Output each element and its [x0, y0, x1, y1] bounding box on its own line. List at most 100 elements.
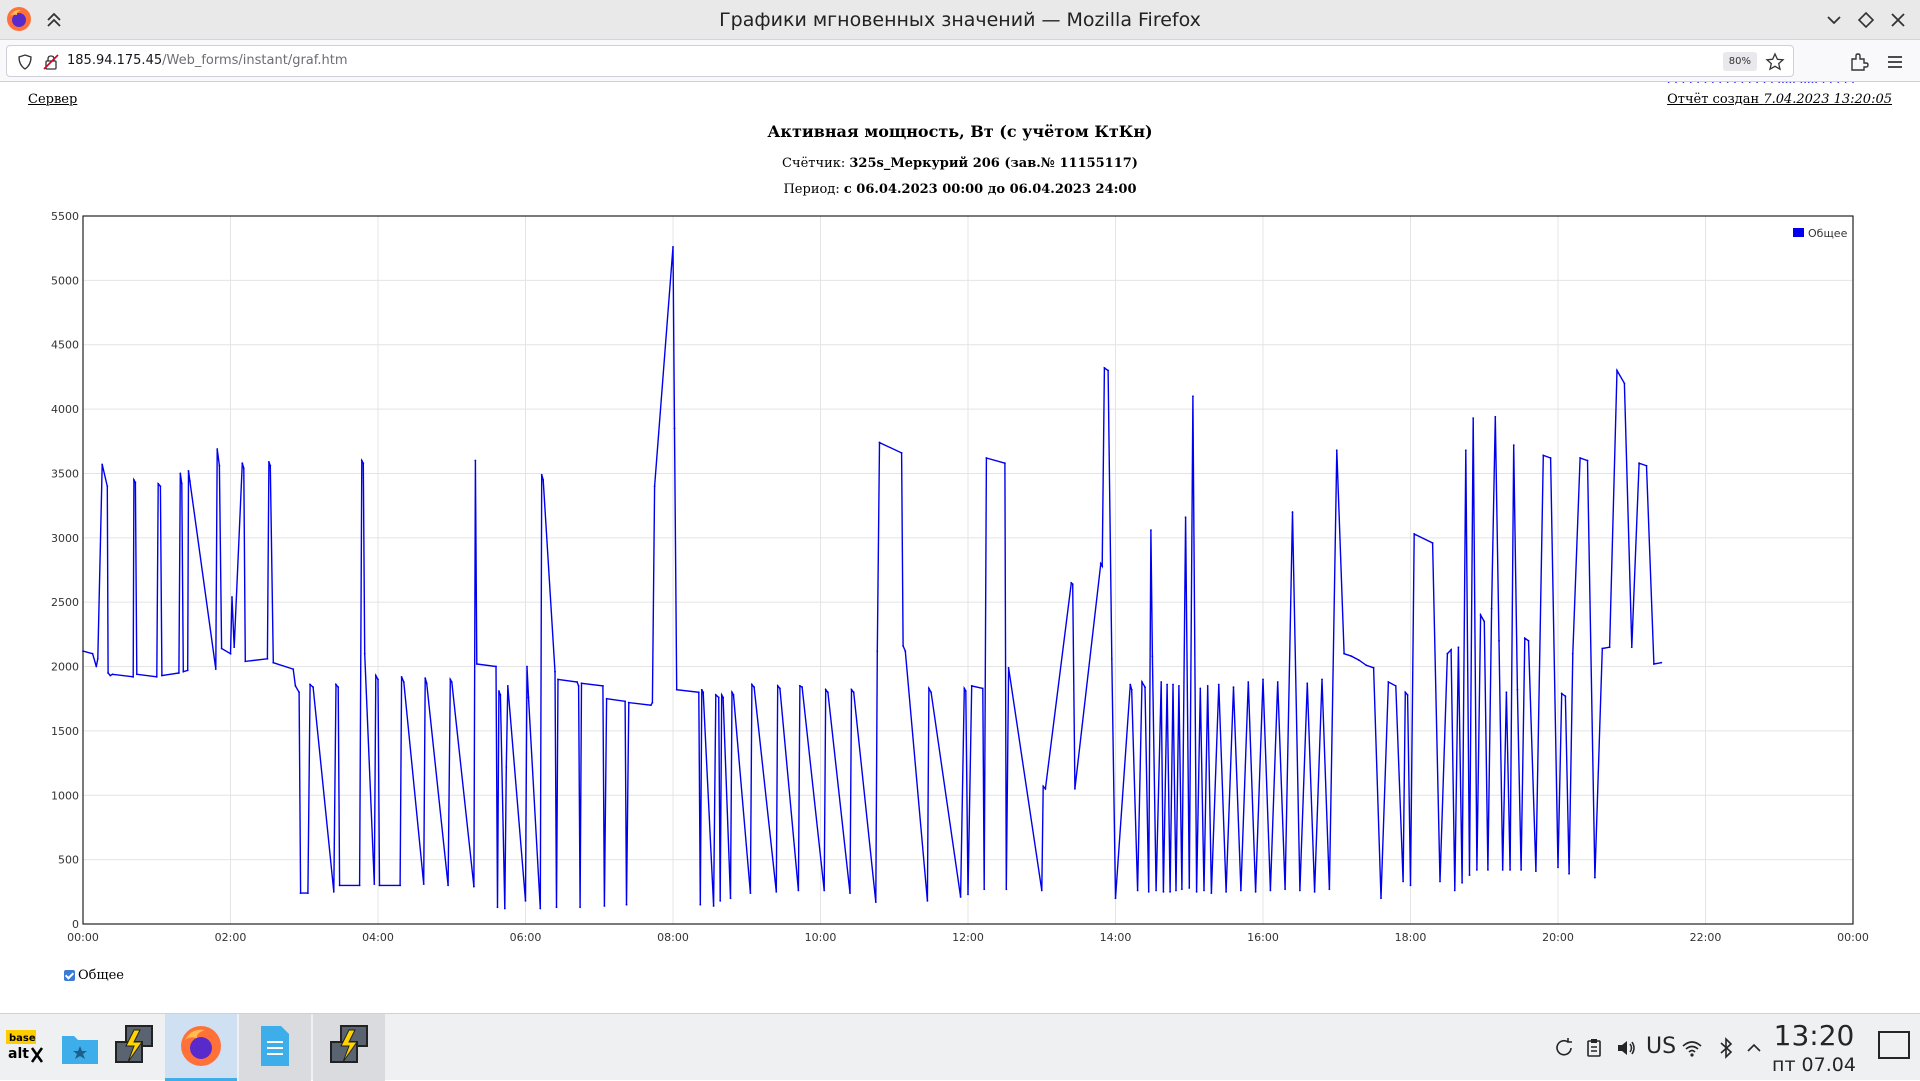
data-point	[1413, 533, 1416, 535]
close-icon[interactable]	[1886, 8, 1910, 32]
data-point	[496, 906, 499, 909]
data-point	[294, 684, 297, 687]
data-point	[1042, 785, 1045, 788]
minimize-icon[interactable]	[1822, 8, 1846, 32]
data-point	[1350, 655, 1353, 658]
data-point	[983, 888, 986, 891]
data-point	[1101, 565, 1104, 568]
maximize-icon[interactable]	[1854, 8, 1878, 32]
data-point	[702, 691, 705, 694]
data-point	[557, 678, 559, 681]
tracking-protection-icon[interactable]	[17, 54, 33, 70]
data-point	[1748, 82, 1751, 83]
data-point	[1601, 647, 1604, 650]
data-point	[1711, 82, 1714, 83]
data-point	[699, 903, 702, 906]
data-point	[374, 674, 377, 677]
series-checkbox[interactable]	[64, 969, 75, 981]
data-point	[1380, 897, 1382, 900]
server-link[interactable]: Сервер	[28, 92, 77, 107]
data-point	[424, 677, 427, 680]
data-point	[1778, 82, 1781, 83]
taskbar-network-app[interactable]	[110, 1014, 162, 1081]
data-point	[1483, 620, 1486, 623]
data-point	[1225, 890, 1228, 893]
data-point	[135, 673, 138, 676]
data-point	[1844, 82, 1847, 83]
data-point	[878, 441, 881, 444]
address-bar[interactable]: 185.94.175.45/Web_forms/instant/graf.htm…	[6, 45, 1794, 77]
bookmark-star-icon[interactable]	[1765, 52, 1785, 72]
y-tick-label: 2000	[51, 661, 79, 674]
data-point	[697, 691, 700, 694]
data-point	[902, 645, 904, 647]
clock-date[interactable]: пт 07.04	[1764, 1054, 1864, 1076]
data-point	[712, 905, 715, 907]
data-point	[1652, 663, 1655, 665]
data-point	[1520, 869, 1523, 871]
data-point	[1044, 787, 1047, 790]
data-point	[373, 883, 376, 885]
data-point	[1003, 462, 1006, 465]
data-point	[362, 462, 365, 465]
data-point	[1704, 82, 1707, 83]
report-label: Отчёт создан	[1667, 92, 1764, 107]
data-point	[826, 691, 829, 694]
tray-expand-icon[interactable]	[1742, 1036, 1766, 1060]
taskbar-firefox[interactable]	[165, 1014, 237, 1081]
data-point	[1689, 82, 1692, 83]
data-point	[603, 905, 606, 907]
clock-time[interactable]: 13:20	[1764, 1020, 1864, 1052]
data-point	[527, 696, 530, 699]
data-point	[1501, 869, 1504, 871]
data-point	[338, 884, 341, 887]
keyboard-layout-indicator[interactable]: US	[1646, 1034, 1676, 1059]
data-point	[447, 884, 449, 887]
data-point	[1638, 462, 1641, 465]
data-point	[1829, 82, 1832, 83]
data-point	[189, 480, 191, 483]
url-text[interactable]: 185.94.175.45/Web_forms/instant/graf.htm	[67, 46, 348, 76]
report-created-link[interactable]: Отчёт создан 7.04.2023 13:20:05	[1667, 92, 1892, 107]
svg-text:base: base	[9, 1033, 36, 1044]
data-point	[1166, 683, 1169, 686]
data-point	[161, 674, 163, 677]
y-tick-label: 500	[58, 854, 79, 867]
data-point	[1192, 395, 1194, 398]
taskbar-text-editor[interactable]	[239, 1014, 311, 1081]
data-point	[852, 691, 855, 694]
volume-icon[interactable]	[1614, 1036, 1638, 1060]
x-tick-label: 18:00	[1395, 931, 1427, 944]
data-point	[964, 690, 967, 692]
data-point	[474, 459, 477, 462]
data-point	[1178, 684, 1180, 687]
data-point	[1457, 646, 1460, 649]
taskbar-network-app-2[interactable]	[313, 1014, 385, 1081]
data-point	[1461, 881, 1464, 884]
update-icon[interactable]	[1552, 1036, 1576, 1060]
data-point	[1151, 655, 1154, 658]
data-point	[244, 660, 247, 663]
data-point	[555, 906, 558, 909]
show-desktop-icon[interactable]	[1876, 1028, 1912, 1064]
data-point	[1756, 82, 1759, 83]
insecure-lock-icon[interactable]	[43, 54, 59, 70]
wifi-icon[interactable]	[1680, 1036, 1704, 1060]
taskbar-file-manager[interactable]	[58, 1014, 106, 1081]
series-toggle[interactable]: Общее	[64, 967, 124, 983]
data-point	[1306, 682, 1309, 685]
zoom-indicator[interactable]: 80%	[1722, 52, 1757, 71]
data-point	[449, 678, 452, 681]
data-point	[1155, 889, 1157, 892]
data-point	[1328, 888, 1331, 891]
extensions-icon[interactable]	[1848, 51, 1870, 73]
data-point	[651, 701, 654, 704]
data-point	[749, 892, 752, 895]
data-point	[753, 686, 756, 689]
data-point	[1675, 82, 1677, 83]
y-tick-label: 1000	[51, 789, 79, 802]
clipboard-icon[interactable]	[1582, 1036, 1606, 1060]
hamburger-menu-icon[interactable]	[1884, 51, 1906, 73]
data-point	[1660, 661, 1663, 664]
bluetooth-icon[interactable]	[1714, 1036, 1738, 1060]
